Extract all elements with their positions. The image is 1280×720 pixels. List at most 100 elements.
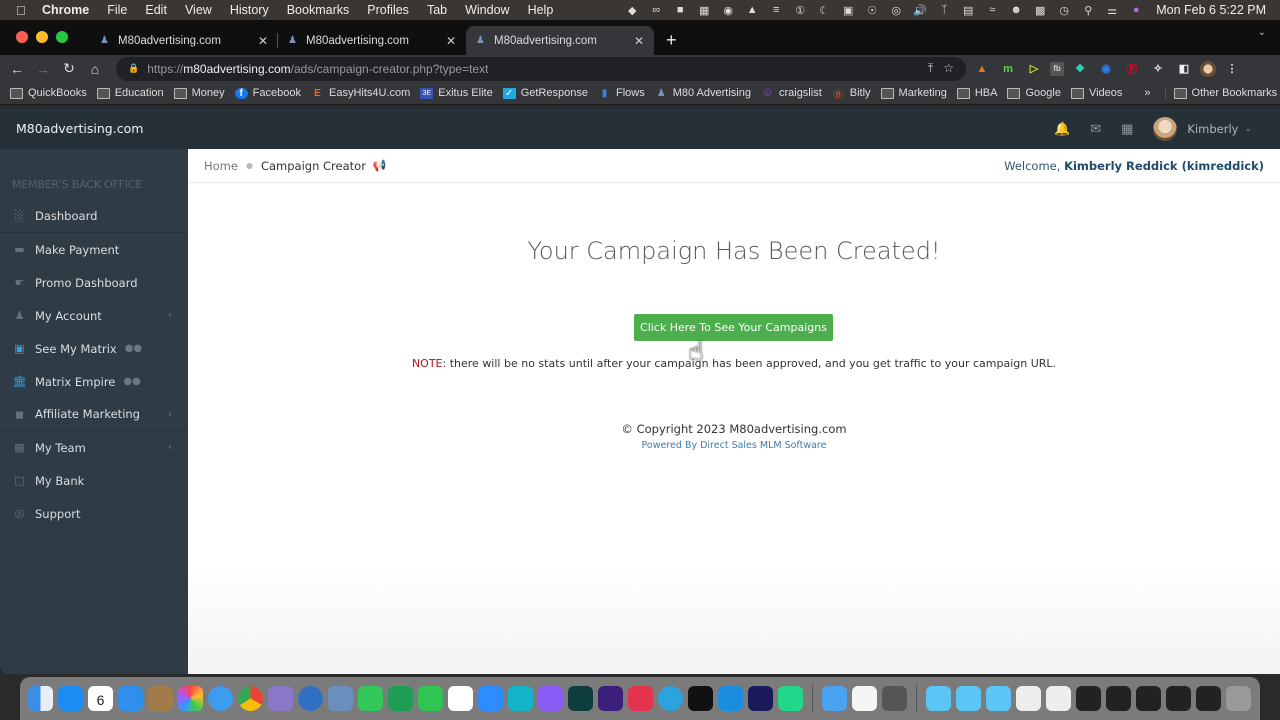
sidebar-item-dashboard[interactable]: ░ Dashboard bbox=[0, 200, 188, 233]
menu-view[interactable]: View bbox=[185, 3, 212, 17]
calendar-icon[interactable]: ▦ bbox=[1121, 121, 1133, 137]
bookmark-easyhits4u[interactable]: E EasyHits4U.com bbox=[311, 87, 410, 99]
dock-numbers[interactable] bbox=[418, 686, 443, 711]
bookmark-star-icon[interactable]: ☆ bbox=[943, 61, 954, 76]
bookmark-getresponse[interactable]: ✓ GetResponse bbox=[502, 87, 588, 99]
ring-icon[interactable]: ◉ bbox=[716, 4, 740, 17]
screen-icon[interactable]: ■ bbox=[668, 4, 692, 16]
sidebar-item-see-my-matrix[interactable]: ▣ See My Matrix ●● bbox=[0, 332, 188, 365]
fb-extension-icon[interactable]: fb bbox=[1050, 61, 1064, 76]
sidepanel-icon[interactable]: ◧ bbox=[1174, 59, 1194, 79]
m-extension-icon[interactable]: m bbox=[998, 59, 1018, 79]
dock-mail[interactable] bbox=[822, 686, 847, 711]
bookmark-google[interactable]: Google bbox=[1007, 87, 1061, 99]
stack-icon[interactable]: ≡ bbox=[764, 4, 788, 16]
dock-recent-window[interactable] bbox=[1076, 686, 1101, 711]
control-center-icon[interactable]: ⚌ bbox=[1100, 4, 1124, 17]
dock-contacts[interactable] bbox=[148, 686, 173, 711]
dock-recent-window[interactable] bbox=[1016, 686, 1041, 711]
home-button[interactable]: ⌂ bbox=[82, 61, 108, 77]
dock-zoom[interactable] bbox=[478, 686, 503, 711]
bookmark-flows[interactable]: ▮ Flows bbox=[598, 87, 645, 99]
dock-messenger[interactable] bbox=[538, 686, 563, 711]
pinterest-icon[interactable]: Ⓟ bbox=[1122, 59, 1142, 79]
dock-1password[interactable] bbox=[298, 686, 323, 711]
chrome-menu-icon[interactable]: ⋮ bbox=[1222, 59, 1242, 79]
dock-character-animator[interactable] bbox=[748, 686, 773, 711]
reload-button[interactable]: ↻ bbox=[56, 60, 82, 77]
lock-icon[interactable]: 🔒 bbox=[128, 63, 139, 74]
volume-icon[interactable]: 🔊 bbox=[908, 4, 932, 17]
sidebar-item-affiliate-marketing[interactable]: ◼ Affiliate Marketing ‹ bbox=[0, 398, 188, 431]
dock-bbedit[interactable] bbox=[268, 686, 293, 711]
sidebar-item-my-team[interactable]: ▦ My Team ‹ bbox=[0, 431, 188, 464]
close-tab-icon[interactable]: ✕ bbox=[258, 34, 268, 48]
spotlight-icon[interactable]: ⚲ bbox=[1076, 4, 1100, 17]
profile-avatar[interactable] bbox=[1200, 60, 1216, 77]
close-tab-icon[interactable]: ✕ bbox=[634, 34, 644, 48]
dock-recent-window[interactable] bbox=[1136, 686, 1161, 711]
close-window-button[interactable] bbox=[16, 30, 28, 43]
dock-trash[interactable] bbox=[1226, 686, 1251, 711]
grid-icon[interactable]: ▦ bbox=[692, 4, 716, 17]
menu-history[interactable]: History bbox=[230, 3, 269, 17]
browser-tab[interactable]: ♟ M80advertising.com ✕ bbox=[90, 26, 278, 55]
envelope-open-icon[interactable]: ✉ bbox=[1090, 121, 1101, 137]
dock-spark[interactable] bbox=[118, 686, 143, 711]
dock-safari[interactable] bbox=[208, 686, 233, 711]
menu-help[interactable]: Help bbox=[528, 3, 554, 17]
dock-snagit[interactable] bbox=[718, 686, 743, 711]
bookmarks-overflow-button[interactable]: » bbox=[1144, 87, 1150, 99]
user-icon[interactable]: ☻ bbox=[1004, 4, 1028, 16]
dock-affinity[interactable] bbox=[598, 686, 623, 711]
menubar-clock[interactable]: Mon Feb 6 5:22 PM bbox=[1156, 3, 1266, 17]
see-campaigns-button[interactable]: Click Here To See Your Campaigns bbox=[634, 314, 833, 341]
back-button[interactable]: ← bbox=[4, 61, 30, 77]
close-tab-icon[interactable]: ✕ bbox=[446, 34, 456, 48]
sidebar-item-make-payment[interactable]: ▬ Make Payment bbox=[0, 233, 188, 266]
zoom-window-button[interactable] bbox=[56, 30, 68, 43]
dock-chrome[interactable] bbox=[238, 686, 263, 711]
wifi-icon[interactable]: ≈ bbox=[980, 4, 1004, 16]
metamask-icon[interactable]: ▲ bbox=[972, 59, 992, 79]
dock-recent-window[interactable] bbox=[1106, 686, 1131, 711]
screencast-icon[interactable]: ◉ bbox=[1096, 59, 1116, 79]
dock-applications-folder[interactable] bbox=[926, 686, 951, 711]
user-menu[interactable]: Kimberly ⌄ bbox=[1153, 116, 1252, 141]
browser-tab[interactable]: ♟ M80advertising.com ✕ bbox=[278, 26, 466, 55]
menu-window[interactable]: Window bbox=[465, 3, 509, 17]
breadcrumb-home[interactable]: Home bbox=[204, 159, 238, 173]
dock-documents-folder[interactable] bbox=[986, 686, 1011, 711]
dock-recent-window[interactable] bbox=[1166, 686, 1191, 711]
evernote-icon[interactable]: ◆ bbox=[620, 4, 644, 17]
dock-google-chat[interactable] bbox=[388, 686, 413, 711]
bluetooth-icon[interactable]: ᛉ bbox=[932, 4, 956, 16]
dock-creative-cloud[interactable] bbox=[628, 686, 653, 711]
bookmark-money[interactable]: Money bbox=[173, 87, 225, 99]
bookmark-education[interactable]: Education bbox=[96, 87, 164, 99]
sidebar-item-my-bank[interactable]: □ My Bank bbox=[0, 464, 188, 497]
play-extension-icon[interactable]: ▷ bbox=[1024, 59, 1044, 79]
share-icon[interactable]: ⤒ bbox=[928, 61, 933, 76]
dock-slack[interactable] bbox=[448, 686, 473, 711]
dock-app-store[interactable] bbox=[58, 686, 83, 711]
airdrop-icon[interactable]: ◎ bbox=[884, 4, 908, 17]
bookmark-videos[interactable]: Videos bbox=[1070, 87, 1122, 99]
sidebar-item-support[interactable]: ◎ Support bbox=[0, 497, 188, 530]
dock-telegram[interactable] bbox=[658, 686, 683, 711]
dock-recent-window[interactable] bbox=[1046, 686, 1071, 711]
puzzle-icon[interactable]: ✧ bbox=[1148, 59, 1168, 79]
browser-tab-active[interactable]: ♟ M80advertising.com ✕ bbox=[466, 26, 654, 55]
address-bar[interactable]: 🔒 https://m80advertising.com/ads/campaig… bbox=[116, 56, 966, 81]
bell-icon[interactable]: 🔔 bbox=[1054, 121, 1070, 137]
minimize-window-button[interactable] bbox=[36, 30, 48, 43]
dock-finder[interactable] bbox=[28, 686, 53, 711]
apple-menu-icon[interactable]:  bbox=[16, 3, 28, 18]
sidebar-item-matrix-empire[interactable]: 🏛 Matrix Empire ●● bbox=[0, 365, 188, 398]
bookmark-bitly[interactable]: Ⓑ Bitly bbox=[832, 87, 870, 101]
onepassword-icon[interactable]: ① bbox=[788, 4, 812, 17]
bookmark-facebook[interactable]: f Facebook bbox=[234, 87, 301, 99]
dock-pycharm[interactable] bbox=[778, 686, 803, 711]
menu-bookmarks[interactable]: Bookmarks bbox=[287, 3, 350, 17]
bookmark-hba[interactable]: HBA bbox=[956, 87, 997, 99]
